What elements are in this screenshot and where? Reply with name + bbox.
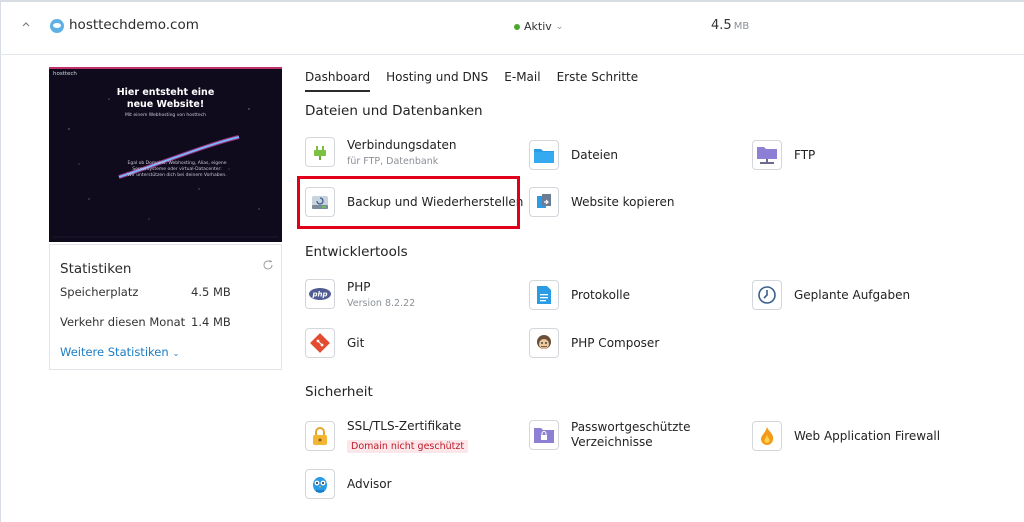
protected-folder-icon xyxy=(529,420,559,450)
status-dropdown[interactable]: Aktiv ⌄ xyxy=(514,20,563,33)
tile-copy-website[interactable]: Website kopieren xyxy=(529,187,675,217)
domain-name[interactable]: hosttechdemo.com xyxy=(69,17,199,33)
chevron-down-icon: ⌄ xyxy=(172,349,180,358)
lock-icon xyxy=(305,421,335,451)
section-title-dev: Entwicklertools xyxy=(305,244,408,260)
tile-git-label: Git xyxy=(347,335,365,350)
tile-files-label: Dateien xyxy=(571,147,619,162)
tile-scheduled-tasks-label: Geplante Aufgaben xyxy=(794,287,911,302)
refresh-icon[interactable] xyxy=(262,259,274,271)
left-border xyxy=(0,0,1,522)
tab-first-steps[interactable]: Erste Schritte xyxy=(557,70,639,92)
highlight-box xyxy=(297,176,520,229)
copy-website-icon xyxy=(529,187,559,217)
tile-php-composer-label: PHP Composer xyxy=(571,335,660,350)
top-border xyxy=(0,0,1024,2)
preview-headline-line2: neue Website! xyxy=(126,99,205,110)
tab-email[interactable]: E-Mail xyxy=(504,70,540,92)
chevron-up-icon[interactable] xyxy=(20,18,32,30)
clock-icon xyxy=(752,280,782,310)
composer-icon xyxy=(529,328,559,358)
traffic-label: Verkehr diesen Monat xyxy=(60,315,186,329)
tile-php[interactable]: php PHP Version 8.2.22 xyxy=(305,279,415,309)
tab-hosting-dns[interactable]: Hosting und DNS xyxy=(386,70,488,92)
status-dropdown-icon: ⌄ xyxy=(555,21,564,32)
traffic-value: 1.4 MB xyxy=(191,315,231,329)
tile-scheduled-tasks[interactable]: Geplante Aufgaben xyxy=(752,280,910,310)
tile-connection-data-label: Verbindungsdaten xyxy=(347,137,457,152)
svg-text:php: php xyxy=(311,291,327,299)
fire-icon xyxy=(752,421,782,451)
tile-php-version: Version 8.2.22 xyxy=(347,297,416,309)
tab-bar: Dashboard Hosting und DNS E-Mail Erste S… xyxy=(305,70,654,92)
more-statistics-label: Weitere Statistiken xyxy=(60,345,169,359)
preview-body-line3: Wir unterstützen dich bei deinem Vorhabe… xyxy=(127,173,227,178)
tile-protected-directories-label-1: Passwortgeschützte xyxy=(571,420,691,434)
tile-git[interactable]: Git xyxy=(305,328,364,358)
tile-connection-data[interactable]: Verbindungsdaten für FTP, Datenbank xyxy=(305,137,457,167)
folder-icon xyxy=(529,140,559,170)
tile-connection-data-sublabel: für FTP, Datenbank xyxy=(347,155,439,167)
php-icon: php xyxy=(305,279,335,309)
preview-subline: Mit einem Webhosting von hosttech xyxy=(125,113,206,118)
preview-headline-line1: Hier entsteht eine xyxy=(116,87,215,98)
statistics-title: Statistiken xyxy=(60,261,132,277)
more-statistics-link[interactable]: Weitere Statistiken ⌄ xyxy=(60,345,179,359)
ftp-folder-icon xyxy=(752,140,782,170)
tile-php-label: PHP xyxy=(347,279,371,294)
ssl-status-badge: Domain nicht geschützt xyxy=(347,440,469,453)
tab-dashboard[interactable]: Dashboard xyxy=(305,70,371,92)
status-dot xyxy=(514,23,520,30)
tile-protected-directories[interactable]: Passwortgeschützte Verzeichnisse xyxy=(529,420,691,450)
tile-advisor[interactable]: Advisor xyxy=(305,469,392,499)
section-title-files: Dateien und Datenbanken xyxy=(305,103,483,119)
tile-files[interactable]: Dateien xyxy=(529,140,618,170)
tile-ssl-label: SSL/TLS-Zertifikate xyxy=(347,419,462,433)
tile-web-application-firewall[interactable]: Web Application Firewall xyxy=(752,421,940,451)
preview-headline: Hier entsteht eine neue Website! xyxy=(49,87,282,111)
website-preview[interactable]: hosttech Hier entsteht eine neue Website… xyxy=(49,67,282,242)
document-icon xyxy=(529,280,559,310)
status-label: Aktiv xyxy=(524,20,552,33)
tile-ftp[interactable]: FTP xyxy=(752,140,815,170)
owl-icon xyxy=(305,469,335,499)
tile-logs-label: Protokolle xyxy=(571,287,630,302)
section-title-security: Sicherheit xyxy=(305,384,373,400)
tile-logs[interactable]: Protokolle xyxy=(529,280,630,310)
disk-usage: 4.5 MB xyxy=(711,18,749,33)
disk-usage-unit: MB xyxy=(733,21,750,32)
domain-icon xyxy=(50,19,64,33)
tile-protected-directories-label-2: Verzeichnisse xyxy=(571,435,653,449)
git-icon xyxy=(305,328,335,358)
tile-advisor-label: Advisor xyxy=(347,476,392,491)
plug-icon xyxy=(305,137,335,167)
preview-body: Egal ob Domains, Webhosting, Alias, eige… xyxy=(127,161,227,179)
statistics-card: Statistiken Speicherplatz 4.5 MB Verkehr… xyxy=(49,244,282,370)
tile-ftp-label: FTP xyxy=(794,147,816,162)
header-divider xyxy=(0,54,1024,55)
tile-php-composer[interactable]: PHP Composer xyxy=(529,328,659,358)
disk-usage-value: 4.5 xyxy=(711,18,732,33)
tile-waf-label: Web Application Firewall xyxy=(794,428,941,443)
storage-label: Speicherplatz xyxy=(60,285,139,299)
tile-copy-website-label: Website kopieren xyxy=(571,194,675,209)
storage-value: 4.5 MB xyxy=(191,285,231,299)
preview-brand: hosttech xyxy=(53,71,77,77)
tile-ssl-certificates[interactable]: SSL/TLS-Zertifikate Domain nicht geschüt… xyxy=(305,419,469,453)
